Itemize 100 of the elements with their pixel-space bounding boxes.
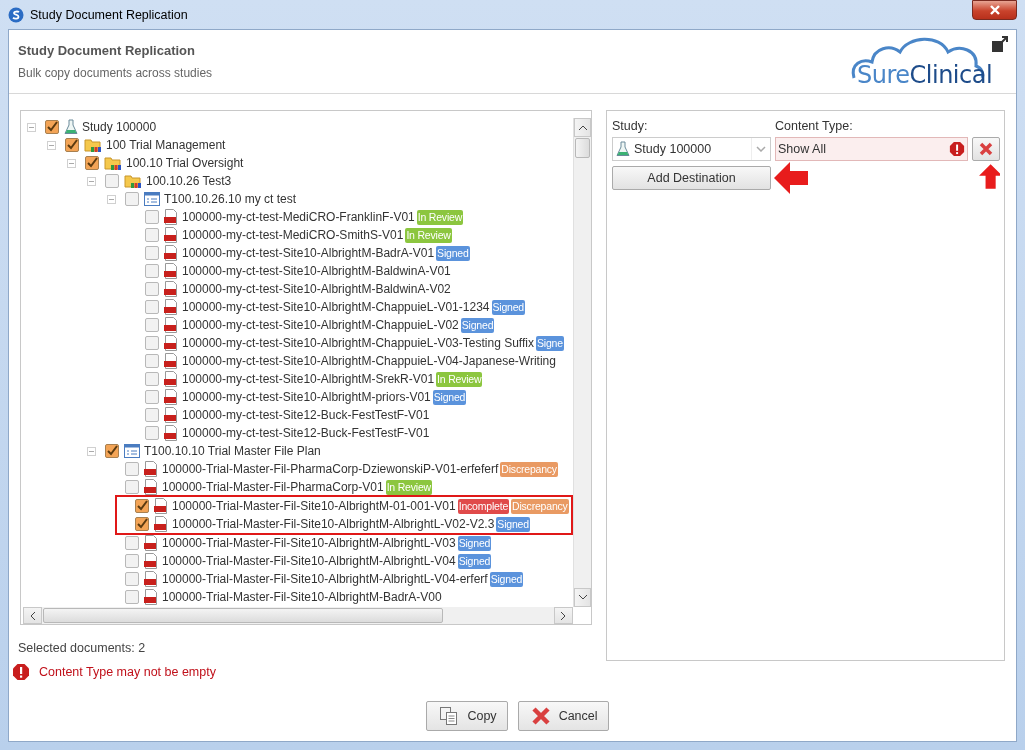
checkbox[interactable] [125,590,139,604]
tree-item[interactable]: T100.10.26.10 my ct test [164,192,297,206]
study-dropdown[interactable]: Study 100000 [612,137,771,161]
tree-item[interactable]: 100000-my-ct-test-Site10-AlbrightM-priors-V01 [182,390,431,404]
tree-item[interactable]: 100000-Trial-Master-Fil-Site10-AlbrightM-AlbrightL-V02-V2.3 [172,517,495,531]
tree-item[interactable]: 100.10.26 Test3 [146,174,232,188]
checkbox[interactable] [65,138,79,152]
checkbox[interactable] [125,480,139,494]
tree-item[interactable]: 100.10 Trial Oversight [126,156,244,170]
checkbox[interactable] [105,444,119,458]
checkbox[interactable] [125,192,139,206]
checkbox[interactable] [145,372,159,386]
caret-right-icon [561,611,566,620]
pdf-file-icon [164,263,178,279]
pdf-file-icon [164,353,178,369]
tree-item[interactable]: 100000-Trial-Master-Fil-Site10-AlbrightM-AlbrightL-V04 [162,554,456,568]
tree-item[interactable]: 100000-Trial-Master-Fil-Site10-AlbrightM-AlbrightL-V03 [162,536,456,550]
collapse-icon[interactable] [67,158,76,168]
status-badge: Signed [432,389,467,405]
copy-button[interactable]: Copy [426,701,508,731]
tree-item[interactable]: 100000-my-ct-test-Site10-AlbrightM-ChappuieL-V02 [182,318,459,332]
flask-icon [64,119,78,135]
checkbox[interactable] [145,354,159,368]
flask-icon [616,141,630,157]
tree-item[interactable]: 100000-Trial-Master-Fil-PharmaCorp-DziewonskiP-V01-erfeferf [162,462,499,476]
tree-item[interactable]: 100000-my-ct-test-MediCRO-SmithS-V01 [182,228,404,242]
checkbox[interactable] [125,536,139,550]
pdf-file-icon [164,371,178,387]
checkbox[interactable] [145,390,159,404]
checkbox[interactable] [45,120,59,134]
tree-item[interactable]: 100000-my-ct-test-Site10-AlbrightM-BaldwinA-V01 [182,264,451,278]
pdf-file-icon [164,317,178,333]
checkbox[interactable] [145,210,159,224]
list-icon [144,192,160,206]
status-badge: Signed [496,516,530,532]
tree-item[interactable]: 100 Trial Management [106,138,226,152]
tree-item[interactable]: 100000-Trial-Master-Fil-Site10-AlbrightM-01-001-V01 [172,499,456,513]
checkbox[interactable] [145,318,159,332]
close-button[interactable] [972,0,1017,20]
content-type-label: Content Type: [775,119,854,133]
tree-item[interactable]: 100000-Trial-Master-Fil-PharmaCorp-V01 [162,480,384,494]
tree-item[interactable]: 100000-Trial-Master-Fil-Site10-AlbrightM-AlbrightL-V04-erferf [162,572,488,586]
collapse-icon[interactable] [27,122,36,132]
cancel-button[interactable]: Cancel [517,701,609,731]
scroll-right-button[interactable] [554,607,573,624]
checkbox[interactable] [145,408,159,422]
add-destination-button[interactable]: Add Destination [612,166,771,190]
scroll-up-button[interactable] [574,118,591,137]
collapse-icon[interactable] [87,176,96,186]
tree-item[interactable]: 100000-my-ct-test-Site10-AlbrightM-BadrA-V01 [182,246,435,260]
checkbox[interactable] [135,517,149,531]
tree-item[interactable]: 100000-my-ct-test-Site10-AlbrightM-ChappuieL-V03-Testing Suffix [182,336,534,350]
checkbox[interactable] [145,300,159,314]
pdf-file-icon [154,498,168,514]
pdf-file-icon [144,461,158,477]
tree-item[interactable]: 100000-my-ct-test-Site10-AlbrightM-ChappuieL-V04-Japanese-Writing [182,354,556,368]
tree-item[interactable]: 100000-my-ct-test-Site10-AlbrightM-ChappuieL-V01-1234 [182,300,490,314]
pdf-file-icon [144,479,158,495]
list-icon [124,444,140,458]
pdf-file-icon [154,516,168,532]
dialog-subtitle: Bulk copy documents across studies [18,66,213,80]
checkbox[interactable] [85,156,99,170]
status-badge: Signed [491,299,525,315]
checkbox[interactable] [125,572,139,586]
scroll-thumb[interactable] [575,138,590,158]
status-badge: In Review [385,479,432,495]
tree-item[interactable]: 100000-my-ct-test-Site12-Buck-FestTestF-V01 [182,426,430,440]
scroll-down-button[interactable] [574,588,591,607]
folder-icon [84,137,102,153]
collapse-icon[interactable] [87,446,96,456]
tree-item[interactable]: 100000-my-ct-test-MediCRO-FranklinF-V01 [182,210,415,224]
tree-item[interactable]: 100000-Trial-Master-Fil-Site10-AlbrightM-BadrA-V00 [162,590,442,604]
tree-item[interactable]: 100000-my-ct-test-Site10-AlbrightM-SrekR-V01 [182,372,435,386]
vertical-scrollbar[interactable] [573,118,591,607]
popout-icon[interactable] [992,36,1008,52]
tree-item[interactable]: 100000-my-ct-test-Site12-Buck-FestTestF-V01 [182,408,430,422]
scroll-left-button[interactable] [23,607,42,624]
checkbox[interactable] [105,174,119,188]
checkbox[interactable] [125,462,139,476]
pdf-file-icon [164,389,178,405]
checkbox[interactable] [145,282,159,296]
window-title: Study Document Replication [30,7,188,22]
remove-button[interactable] [972,137,1000,161]
collapse-icon[interactable] [47,140,56,150]
checkbox[interactable] [145,336,159,350]
checkbox[interactable] [135,499,149,513]
status-badge: Signed [489,571,524,587]
scroll-thumb[interactable] [43,608,443,623]
tree-item[interactable]: T100.10.10 Trial Master File Plan [144,444,321,458]
checkbox[interactable] [125,554,139,568]
selected-count: Selected documents: 2 [18,641,147,655]
checkbox[interactable] [145,264,159,278]
checkbox[interactable] [145,426,159,440]
tree-item[interactable]: 100000-my-ct-test-Site10-AlbrightM-BaldwinA-V02 [182,282,451,296]
checkbox[interactable] [145,228,159,242]
tree-item[interactable]: Study 100000 [82,120,157,134]
collapse-icon[interactable] [107,194,116,204]
content-type-field[interactable]: Show All [775,137,968,161]
checkbox[interactable] [145,246,159,260]
horizontal-scrollbar[interactable] [23,607,573,624]
